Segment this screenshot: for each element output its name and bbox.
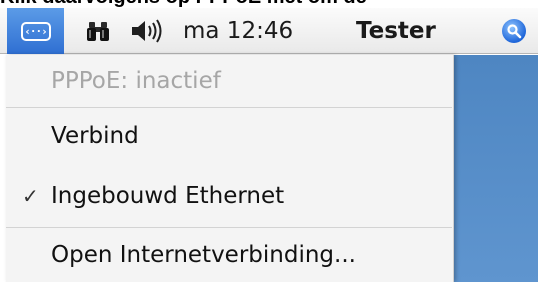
desktop-background: [454, 55, 538, 282]
binoculars-icon: [87, 22, 109, 41]
volume-icon: [132, 19, 162, 43]
menu-item-built-in-ethernet[interactable]: ✓ Ingebouwd Ethernet: [6, 165, 452, 227]
network-menu-extra[interactable]: ‹··›: [7, 8, 64, 54]
binoculars-menu-extra[interactable]: [82, 8, 114, 54]
menu-item-connect[interactable]: Verbind: [6, 107, 452, 165]
menu-item-pppoe-status: PPPoE: inactief: [51, 68, 221, 94]
network-dropdown-menu: PPPoE: inactief Verbind ✓ Ingebouwd Ethe…: [6, 55, 454, 282]
spotlight-button[interactable]: [498, 8, 530, 54]
menu-item-open-internet-connect[interactable]: Open Internetverbinding...: [6, 229, 452, 282]
checkmark-icon: ✓: [22, 184, 39, 208]
user-menu[interactable]: Tester: [356, 8, 436, 54]
menubar-clock[interactable]: ma 12:46: [183, 8, 293, 54]
caption-text: Klik daarvolgens op PPPoE met om de: [0, 0, 538, 8]
spotlight-icon: [502, 19, 526, 43]
volume-menu-extra[interactable]: [122, 8, 172, 54]
network-icon: ‹··›: [20, 21, 51, 41]
menu-item-label: Ingebouwd Ethernet: [51, 183, 285, 209]
menu-separator: [6, 227, 452, 228]
menubar: ‹··› ma 12:46 Tester: [0, 8, 538, 54]
